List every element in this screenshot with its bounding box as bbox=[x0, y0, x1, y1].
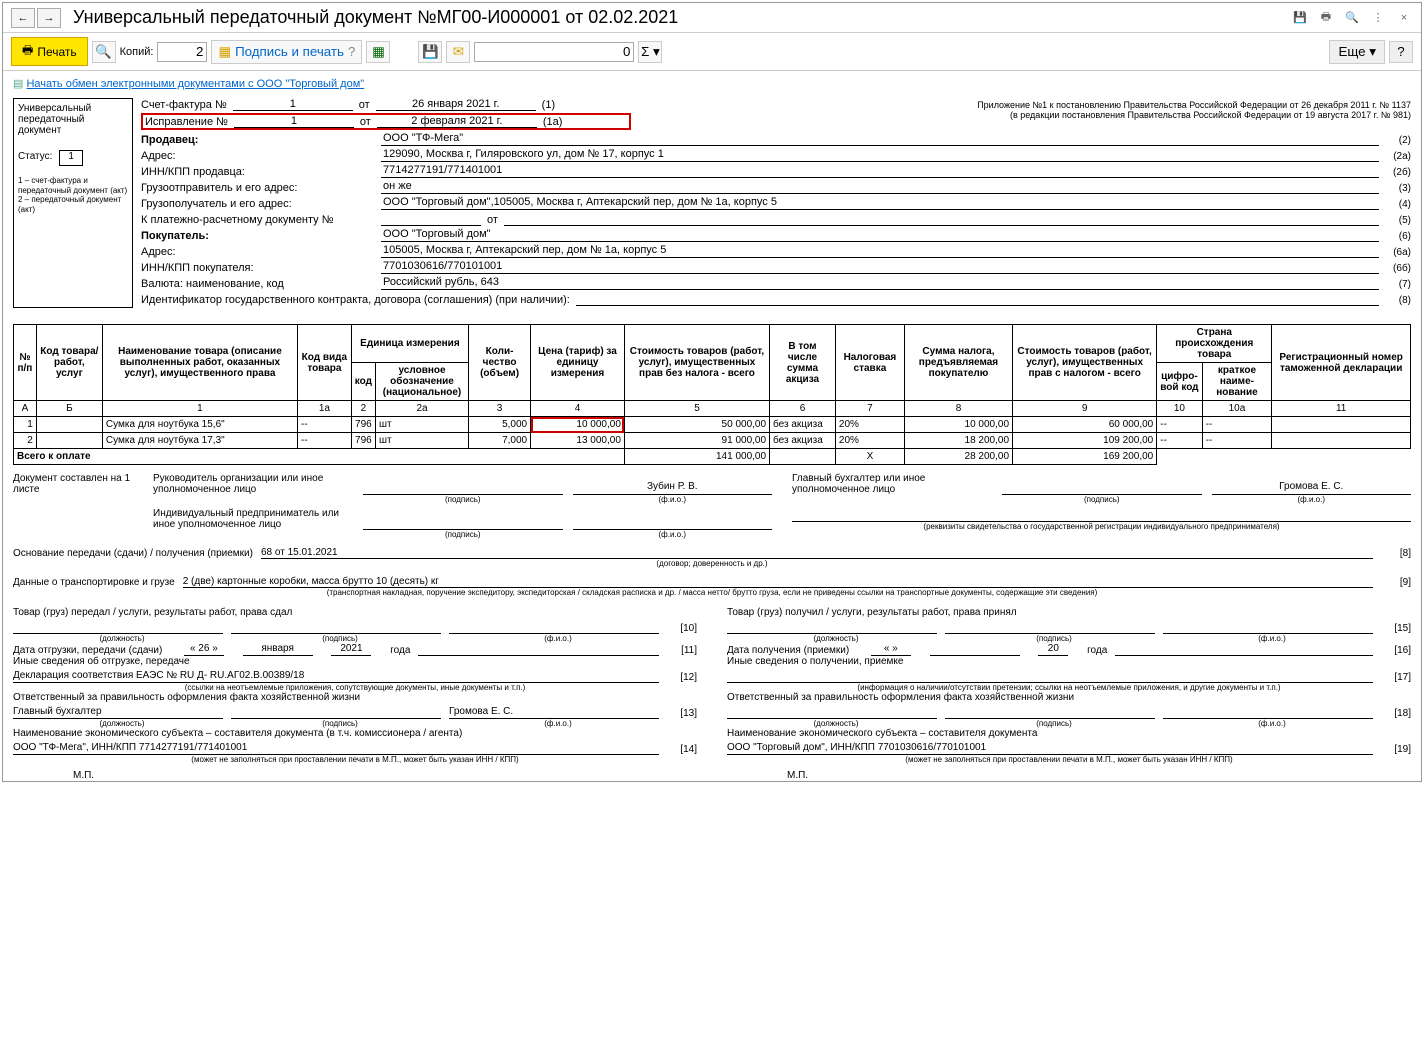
table-button[interactable]: ▦ bbox=[366, 41, 390, 63]
window-title: Универсальный передаточный документ №МГ0… bbox=[73, 7, 1291, 28]
table-row: 2Сумка для ноутбука 17,3"--796шт7,00013 … bbox=[14, 433, 1411, 449]
right-bottom-col: Товар (груз) получил / услуги, результат… bbox=[727, 607, 1411, 781]
print-icon[interactable]: 🖶 bbox=[1317, 9, 1335, 27]
back-button[interactable]: ← bbox=[11, 8, 35, 28]
sign-print-label: Подпись и печать bbox=[235, 44, 344, 59]
sigma-button[interactable]: Σ ▾ bbox=[638, 41, 662, 63]
mail-button[interactable]: ✉ bbox=[446, 41, 470, 63]
copies-input[interactable] bbox=[157, 42, 207, 62]
printer-icon: 🖶 bbox=[22, 41, 33, 62]
number-input[interactable] bbox=[474, 42, 634, 62]
preview-icon[interactable]: 🔍 bbox=[1343, 9, 1361, 27]
more-button[interactable]: Еще ▾ bbox=[1329, 40, 1385, 64]
doc-type-2: передаточный bbox=[18, 114, 128, 125]
magnify-button[interactable]: 🔍 bbox=[92, 41, 116, 63]
doc-type-3: документ bbox=[18, 125, 128, 136]
forward-button[interactable]: → bbox=[37, 8, 61, 28]
seller-label: Продавец: bbox=[141, 134, 381, 146]
left-bottom-col: Товар (груз) передал / услуги, результат… bbox=[13, 607, 697, 781]
toolbar: 🖶 Печать 🔍 Копий: ▦ Подпись и печать ? ▦… bbox=[3, 33, 1421, 71]
window: ← → Универсальный передаточный документ … bbox=[2, 2, 1422, 782]
status-legend: 1 – счет-фактура и передаточный документ… bbox=[18, 176, 128, 214]
print-label: Печать bbox=[37, 45, 76, 59]
status-label: Статус: bbox=[18, 151, 52, 162]
edi-link[interactable]: Начать обмен электронными документами с … bbox=[26, 78, 364, 90]
correction-row: Исправление № 1 от 2 февраля 2021 г. (1а… bbox=[141, 113, 631, 130]
help-button[interactable]: ? bbox=[1389, 41, 1413, 63]
seller-value: ООО "ТФ-Мега" bbox=[381, 132, 1379, 146]
sign-print-button[interactable]: ▦ Подпись и печать ? bbox=[211, 40, 362, 64]
items-table: № п/п Код товара/ работ, услуг Наименова… bbox=[13, 324, 1411, 465]
page-count: Документ составлен на 1 листе bbox=[13, 473, 133, 504]
copies-label: Копий: bbox=[120, 46, 154, 58]
status-value: 1 bbox=[59, 150, 83, 166]
left-panel: Универсальный передаточный документ Стат… bbox=[13, 98, 133, 308]
help-icon: ? bbox=[348, 44, 355, 59]
invoice-row: Счет-фактура № 1 от 26 января 2021 г. (1… bbox=[141, 98, 977, 111]
titlebar: ← → Универсальный передаточный документ … bbox=[3, 3, 1421, 33]
table-row: 1Сумка для ноутбука 15,6"--796шт5,00010 … bbox=[14, 417, 1411, 433]
save-icon[interactable]: 💾 bbox=[1291, 9, 1309, 27]
stamp-icon: ▦ bbox=[218, 44, 231, 60]
print-button[interactable]: 🖶 Печать bbox=[11, 37, 88, 66]
menu-icon[interactable]: ⋮ bbox=[1369, 9, 1387, 27]
doc-type-1: Универсальный bbox=[18, 103, 128, 114]
right-panel: Счет-фактура № 1 от 26 января 2021 г. (1… bbox=[141, 98, 1411, 308]
linkbar: ▤ Начать обмен электронными документами … bbox=[3, 71, 1421, 96]
document-icon: ▤ bbox=[13, 78, 23, 90]
close-icon[interactable]: × bbox=[1395, 9, 1413, 27]
disk-button[interactable]: 💾 bbox=[418, 41, 442, 63]
appendix-note: Приложение №1 к постановлению Правительс… bbox=[977, 98, 1411, 132]
